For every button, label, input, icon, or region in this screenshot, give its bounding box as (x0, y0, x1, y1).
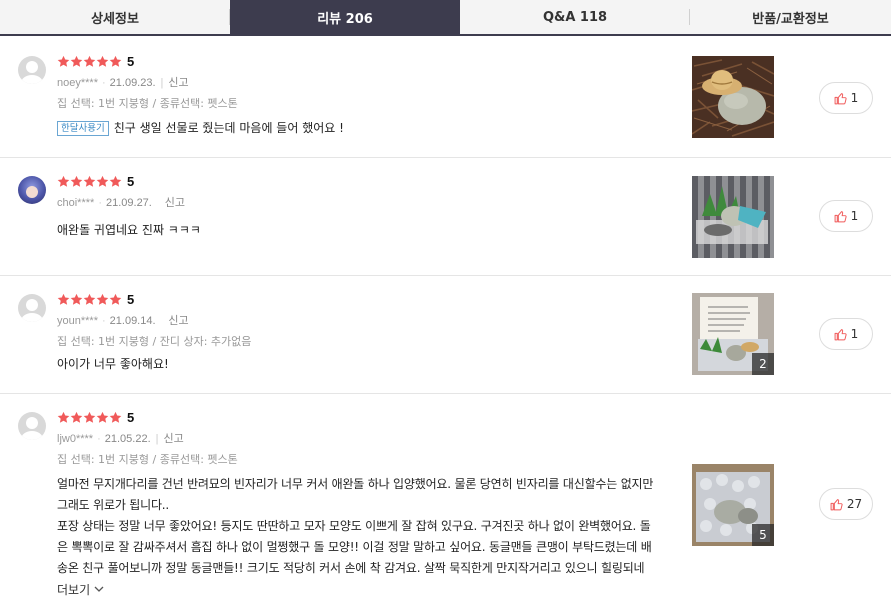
reviewer-id: youn**** (57, 315, 98, 327)
star-rating: 5 (57, 410, 134, 425)
like-count: 27 (846, 497, 863, 511)
tab-label: Q&A 118 (542, 9, 608, 25)
review-content: 한달사용기 친구 생일 선물로 줬는데 마음에 들어 했어요 ! (57, 118, 344, 139)
rating-value: 5 (127, 410, 135, 425)
reviewer-id: ljw0**** (57, 433, 94, 445)
review-meta: youn****·21.09.14.|신고 (57, 315, 189, 327)
tab-label: 리뷰 206 (317, 11, 373, 27)
review-date: 21.05.22. (104, 433, 151, 445)
default-avatar (18, 56, 46, 84)
review-text: 아이가 너무 좋아해요! (57, 357, 169, 371)
tab-label: 상세정보 (91, 11, 139, 27)
thumbs-up-icon (834, 210, 847, 222)
review-meta: ljw0**** · 21.05.22. | 신고 (57, 433, 184, 445)
star-icon (57, 55, 70, 68)
reviewer-id: noey**** (57, 77, 98, 89)
star-icon (96, 293, 109, 306)
more-label: 더보기 (57, 583, 91, 597)
review-item: 5 noey**** · 21.09.23. | 신고 집 선택: 1번 지붕형 / 종… (0, 38, 891, 158)
tab-return-exchange[interactable]: 반품/교환정보 (690, 0, 891, 34)
star-icon (83, 293, 96, 306)
tab-reviews[interactable]: 리뷰 206 (230, 0, 460, 34)
review-text: 친구 생일 선물로 줬는데 마음에 들어 했어요 ! (113, 121, 344, 135)
thumbs-up-icon (834, 92, 847, 104)
star-icon (70, 55, 83, 68)
star-icon (57, 411, 70, 424)
photo-count: 2 (752, 353, 774, 375)
thumbs-up-icon (834, 328, 847, 340)
star-icon (57, 175, 70, 188)
review-tabs: 상세정보 리뷰 206 Q&A 118 반품/교환정보 (0, 0, 891, 36)
chevron-down-icon (94, 586, 104, 592)
star-icon (109, 175, 122, 188)
review-meta: noey**** · 21.09.23. | 신고 (57, 77, 189, 89)
star-icon (83, 55, 96, 68)
star-icon (70, 293, 83, 306)
like-button[interactable]: 1 (819, 318, 873, 350)
report-link[interactable]: 신고 (165, 197, 185, 209)
like-button[interactable]: 1 (819, 82, 873, 114)
photo-count: 5 (752, 524, 774, 546)
rating-value: 5 (127, 54, 135, 69)
like-count: 1 (850, 209, 859, 223)
review-item: 5 ljw0**** · 21.05.22. | 신고 집 선택: 1번 지붕형 / 종… (0, 394, 891, 608)
star-icon (83, 411, 96, 424)
rating-value: 5 (127, 174, 135, 189)
thumbs-up-icon (830, 498, 843, 510)
star-rating: 5 (57, 174, 134, 189)
monthly-review-badge: 한달사용기 (57, 121, 109, 136)
like-count: 1 (850, 327, 859, 341)
star-icon (96, 411, 109, 424)
star-icon (109, 411, 122, 424)
review-text-line: 송온 친구 풀어보니까 정말 동글맨들!! 크기도 적당히 커서 손에 착 감겨… (57, 561, 645, 575)
star-icon (96, 55, 109, 68)
star-icon (70, 175, 83, 188)
default-avatar (18, 412, 46, 440)
report-link[interactable]: 신고 (168, 315, 188, 327)
like-button[interactable]: 27 (819, 488, 873, 520)
review-item: 5 choi****·21.09.27.|신고 애완돌 귀엽네요 진짜 ㅋㅋㅋ … (0, 158, 891, 276)
review-content: 얼마전 무지개다리를 건넌 반려묘의 빈자리가 너무 커서 애완돌 하나 입양했… (57, 474, 653, 579)
review-text-line: 그래도 위로가 됩니다.. (57, 498, 170, 512)
tab-detail-info[interactable]: 상세정보 (0, 0, 230, 34)
report-link[interactable]: 신고 (163, 433, 183, 445)
review-date: 21.09.14. (109, 315, 156, 327)
review-meta: choi****·21.09.27.|신고 (57, 197, 185, 209)
review-photo[interactable] (692, 56, 774, 138)
purchase-options: 집 선택: 1번 지붕형 / 잔디 상자: 추가없음 (57, 335, 252, 348)
review-text: 애완돌 귀엽네요 진짜 ㅋㅋㅋ (57, 223, 201, 237)
like-button[interactable]: 1 (819, 200, 873, 232)
star-icon (83, 175, 96, 188)
star-icon (70, 411, 83, 424)
review-photo[interactable]: 5 (692, 464, 774, 546)
purchase-options: 집 선택: 1번 지붕형 / 종류선택: 펫스톤 (57, 453, 238, 466)
review-text-line: 포장 상태는 정말 너무 좋았어요! 등지도 딴딴하고 모자 모양도 이쁘게 잘… (57, 519, 651, 533)
more-button[interactable]: 더보기 (57, 581, 104, 598)
star-rating: 5 (57, 292, 134, 307)
star-icon (109, 293, 122, 306)
default-avatar (18, 294, 46, 322)
star-rating: 5 (57, 54, 134, 69)
report-link[interactable]: 신고 (168, 77, 188, 89)
reviewer-id: choi**** (57, 197, 95, 209)
tab-qna[interactable]: Q&A 118 (460, 0, 690, 34)
like-count: 1 (850, 91, 859, 105)
review-photo[interactable]: 2 (692, 293, 774, 375)
purchase-options: 집 선택: 1번 지붕형 / 종류선택: 펫스톤 (57, 97, 238, 110)
tab-label: 반품/교환정보 (752, 11, 829, 27)
review-photo[interactable] (692, 176, 774, 258)
review-item: 5 youn****·21.09.14.|신고 집 선택: 1번 지붕형 / 잔… (0, 276, 891, 394)
star-icon (96, 175, 109, 188)
profile-avatar (18, 176, 46, 204)
review-text-line: 얼마전 무지개다리를 건넌 반려묘의 빈자리가 너무 커서 애완돌 하나 입양했… (57, 477, 654, 491)
star-icon (57, 293, 70, 306)
review-text-line: 은 뽁뽁이로 잘 감싸주셔서 흠집 하나 없이 멀쩡했구 돌 모양!! 이걸 정… (57, 540, 652, 554)
rating-value: 5 (127, 292, 135, 307)
review-date: 21.09.23. (109, 77, 156, 89)
review-date: 21.09.27. (105, 197, 152, 209)
star-icon (109, 55, 122, 68)
